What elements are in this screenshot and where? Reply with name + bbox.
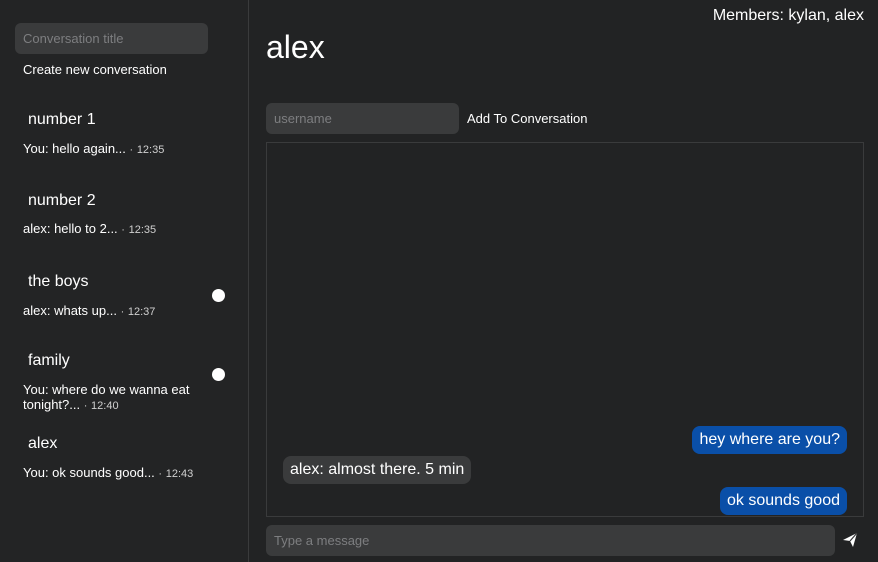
username-input[interactable] xyxy=(266,103,459,134)
conversation-time: 12:35 xyxy=(128,224,157,236)
conversation-time-separator: · xyxy=(120,306,125,318)
conversation-time: 12:35 xyxy=(136,144,165,156)
message-bubble-sent: hey where are you? xyxy=(692,426,847,454)
conversation-name: number 1 xyxy=(28,111,96,128)
chat-app: Create new conversation number 1 You: he… xyxy=(0,0,878,562)
conversation-time-separator: · xyxy=(121,224,125,236)
conversation-time-separator: · xyxy=(83,400,88,412)
conversation-item[interactable]: number 1 You: hello again... · 12:35 xyxy=(0,108,248,168)
conversation-item[interactable]: alex You: ok sounds good... · 12:43 xyxy=(0,433,248,493)
conversation-time-separator: · xyxy=(129,144,134,156)
add-to-conversation-button[interactable]: Add To Conversation xyxy=(467,111,587,126)
message-bubble-received: alex: almost there. 5 min xyxy=(283,456,472,484)
unread-indicator xyxy=(212,368,225,381)
conversation-preview: You: where do we wanna eat tonight?... ·… xyxy=(23,382,208,414)
conversation-preview: alex: whats up... · 12:37 xyxy=(23,303,208,320)
conversation-time: 12:37 xyxy=(127,306,156,318)
conversation-preview-text: alex: hello to 2... xyxy=(23,221,118,236)
send-button[interactable] xyxy=(840,530,860,550)
conversation-title-input[interactable] xyxy=(15,23,208,54)
message-input[interactable] xyxy=(266,525,835,556)
conversation-item[interactable]: the boys alex: whats up... · 12:37 xyxy=(0,270,248,330)
unread-indicator xyxy=(212,289,225,302)
create-conversation-button[interactable]: Create new conversation xyxy=(23,62,167,77)
conversation-preview: alex: hello to 2... · 12:35 xyxy=(23,221,208,238)
conversation-preview-text: You: ok sounds good... xyxy=(23,465,155,480)
conversation-title: alex xyxy=(266,29,325,65)
conversation-item[interactable]: family You: where do we wanna eat tonigh… xyxy=(0,349,248,419)
conversation-name: the boys xyxy=(28,273,89,290)
conversation-item[interactable]: number 2 alex: hello to 2... · 12:35 xyxy=(0,189,248,249)
message-bubble-sent: ok sounds good xyxy=(720,487,847,515)
conversation-name: family xyxy=(28,352,70,369)
conversation-preview-text: alex: whats up... xyxy=(23,303,117,318)
conversation-preview: You: ok sounds good... · 12:43 xyxy=(23,465,208,482)
conversation-preview-text: You: hello again... xyxy=(23,141,126,156)
send-icon xyxy=(843,532,858,547)
conversation-time: 12:40 xyxy=(91,400,119,412)
conversation-time-separator: · xyxy=(158,468,163,480)
conversation-time: 12:43 xyxy=(165,468,194,480)
conversation-name: number 2 xyxy=(28,192,96,209)
sidebar: Create new conversation number 1 You: he… xyxy=(0,0,249,562)
message-list[interactable]: hey where are you? alex: almost there. 5… xyxy=(266,142,864,517)
conversation-preview: You: hello again... · 12:35 xyxy=(23,141,208,158)
conversation-name: alex xyxy=(28,435,58,452)
members-list: Members: kylan, alex xyxy=(712,7,864,24)
